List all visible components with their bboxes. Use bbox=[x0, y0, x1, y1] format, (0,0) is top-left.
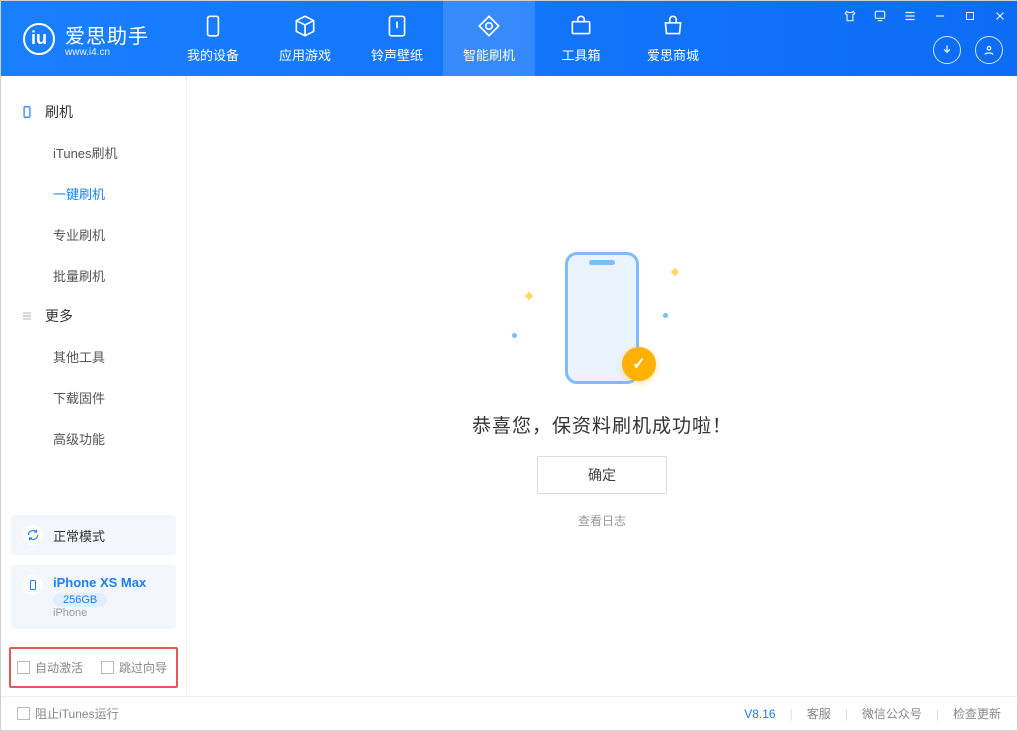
support-link[interactable]: 客服 bbox=[807, 705, 831, 722]
flash-options: 自动激活 跳过向导 bbox=[9, 647, 178, 688]
main-tabs: 我的设备 应用游戏 铃声壁纸 智能刷机 工具箱 爱思商城 bbox=[167, 1, 719, 76]
user-button[interactable] bbox=[975, 36, 1003, 64]
separator: | bbox=[936, 707, 939, 721]
device-type: iPhone bbox=[53, 607, 146, 619]
option-label: 自动激活 bbox=[35, 661, 83, 675]
version-label: V8.16 bbox=[744, 707, 775, 721]
mode-card[interactable]: 正常模式 bbox=[11, 515, 176, 555]
sidebar-group-more: 更多 bbox=[1, 296, 186, 336]
separator: | bbox=[845, 707, 848, 721]
status-bar: 阻止iTunes运行 V8.16 | 客服 | 微信公众号 | 检查更新 bbox=[1, 696, 1017, 730]
logo-text: 爱思助手 www.i4.cn bbox=[65, 20, 149, 58]
sidebar-item-oneclick-flash[interactable]: 一键刷机 bbox=[1, 173, 186, 214]
close-icon[interactable] bbox=[991, 7, 1009, 25]
window-controls bbox=[841, 7, 1009, 25]
footer-right: V8.16 | 客服 | 微信公众号 | 检查更新 bbox=[744, 705, 1001, 722]
sidebar-list: 刷机 iTunes刷机 一键刷机 专业刷机 批量刷机 更多 其他工具 下载固件 … bbox=[1, 76, 186, 505]
maximize-icon[interactable] bbox=[961, 7, 979, 25]
separator: | bbox=[790, 707, 793, 721]
ok-button[interactable]: 确定 bbox=[537, 456, 667, 494]
shirt-icon[interactable] bbox=[841, 7, 859, 25]
tab-label: 我的设备 bbox=[187, 45, 239, 64]
check-update-link[interactable]: 检查更新 bbox=[953, 705, 1001, 722]
tab-smart-flash[interactable]: 智能刷机 bbox=[443, 1, 535, 76]
refresh-icon bbox=[476, 13, 502, 39]
device-icon bbox=[200, 13, 226, 39]
view-log-link[interactable]: 查看日志 bbox=[578, 512, 626, 529]
success-message: 恭喜您，保资料刷机成功啦！ bbox=[472, 411, 732, 438]
list-icon bbox=[19, 308, 35, 324]
minimize-icon[interactable] bbox=[931, 7, 949, 25]
music-icon bbox=[384, 13, 410, 39]
sidebar-item-download-firmware[interactable]: 下载固件 bbox=[1, 377, 186, 418]
mode-label: 正常模式 bbox=[53, 526, 105, 545]
app-header: iu 爱思助手 www.i4.cn 我的设备 应用游戏 铃声壁纸 智能刷机 工具… bbox=[1, 1, 1017, 76]
stop-itunes-checkbox[interactable]: 阻止iTunes运行 bbox=[17, 705, 119, 722]
checkmark-icon: ✓ bbox=[622, 347, 656, 381]
store-icon bbox=[660, 13, 686, 39]
checkbox-icon bbox=[17, 707, 30, 720]
device-panel: 正常模式 iPhone XS Max 256GB iPhone bbox=[1, 505, 186, 639]
sidebar-item-pro-flash[interactable]: 专业刷机 bbox=[1, 214, 186, 255]
tab-toolbox[interactable]: 工具箱 bbox=[535, 1, 627, 76]
option-label: 跳过向导 bbox=[119, 661, 167, 675]
tab-ringtone-wallpaper[interactable]: 铃声壁纸 bbox=[351, 1, 443, 76]
logo-icon: iu bbox=[23, 23, 55, 55]
menu-icon[interactable] bbox=[901, 7, 919, 25]
main-content: ✓ 恭喜您，保资料刷机成功啦！ 确定 查看日志 bbox=[187, 76, 1017, 696]
tab-label: 工具箱 bbox=[561, 45, 600, 64]
device-card[interactable]: iPhone XS Max 256GB iPhone bbox=[11, 565, 176, 629]
sidebar-item-advanced[interactable]: 高级功能 bbox=[1, 418, 186, 459]
sidebar: 刷机 iTunes刷机 一键刷机 专业刷机 批量刷机 更多 其他工具 下载固件 … bbox=[1, 76, 187, 696]
group-label: 刷机 bbox=[45, 102, 73, 122]
app-name-cn: 爱思助手 bbox=[65, 20, 149, 49]
app-logo: iu 爱思助手 www.i4.cn bbox=[1, 20, 167, 58]
skip-guide-checkbox[interactable]: 跳过向导 bbox=[101, 659, 167, 676]
sync-icon bbox=[23, 525, 43, 545]
wechat-link[interactable]: 微信公众号 bbox=[862, 705, 922, 722]
tab-store[interactable]: 爱思商城 bbox=[627, 1, 719, 76]
sidebar-item-itunes-flash[interactable]: iTunes刷机 bbox=[1, 132, 186, 173]
tab-label: 智能刷机 bbox=[463, 45, 515, 64]
auto-activate-checkbox[interactable]: 自动激活 bbox=[17, 659, 83, 676]
header-actions bbox=[933, 36, 1003, 64]
group-label: 更多 bbox=[45, 306, 73, 326]
device-info: iPhone XS Max 256GB iPhone bbox=[53, 575, 146, 619]
sidebar-group-flash: 刷机 bbox=[1, 92, 186, 132]
toolbox-icon bbox=[568, 13, 594, 39]
cube-icon bbox=[292, 13, 318, 39]
phone-icon bbox=[19, 104, 35, 120]
app-body: 刷机 iTunes刷机 一键刷机 专业刷机 批量刷机 更多 其他工具 下载固件 … bbox=[1, 76, 1017, 696]
tab-label: 爱思商城 bbox=[647, 45, 699, 64]
device-name: iPhone XS Max bbox=[53, 575, 146, 590]
tab-apps-games[interactable]: 应用游戏 bbox=[259, 1, 351, 76]
checkbox-icon bbox=[101, 661, 114, 674]
footer-left: 阻止iTunes运行 bbox=[17, 705, 119, 722]
sidebar-item-other-tools[interactable]: 其他工具 bbox=[1, 336, 186, 377]
device-capacity: 256GB bbox=[53, 593, 107, 607]
feedback-icon[interactable] bbox=[871, 7, 889, 25]
phone-small-icon bbox=[23, 575, 43, 595]
tab-label: 应用游戏 bbox=[279, 45, 331, 64]
success-illustration: ✓ bbox=[502, 243, 702, 393]
app-name-en: www.i4.cn bbox=[65, 47, 149, 58]
sidebar-item-batch-flash[interactable]: 批量刷机 bbox=[1, 255, 186, 296]
tab-label: 铃声壁纸 bbox=[371, 45, 423, 64]
checkbox-icon bbox=[17, 661, 30, 674]
download-button[interactable] bbox=[933, 36, 961, 64]
tab-my-device[interactable]: 我的设备 bbox=[167, 1, 259, 76]
stop-itunes-label: 阻止iTunes运行 bbox=[35, 707, 119, 721]
